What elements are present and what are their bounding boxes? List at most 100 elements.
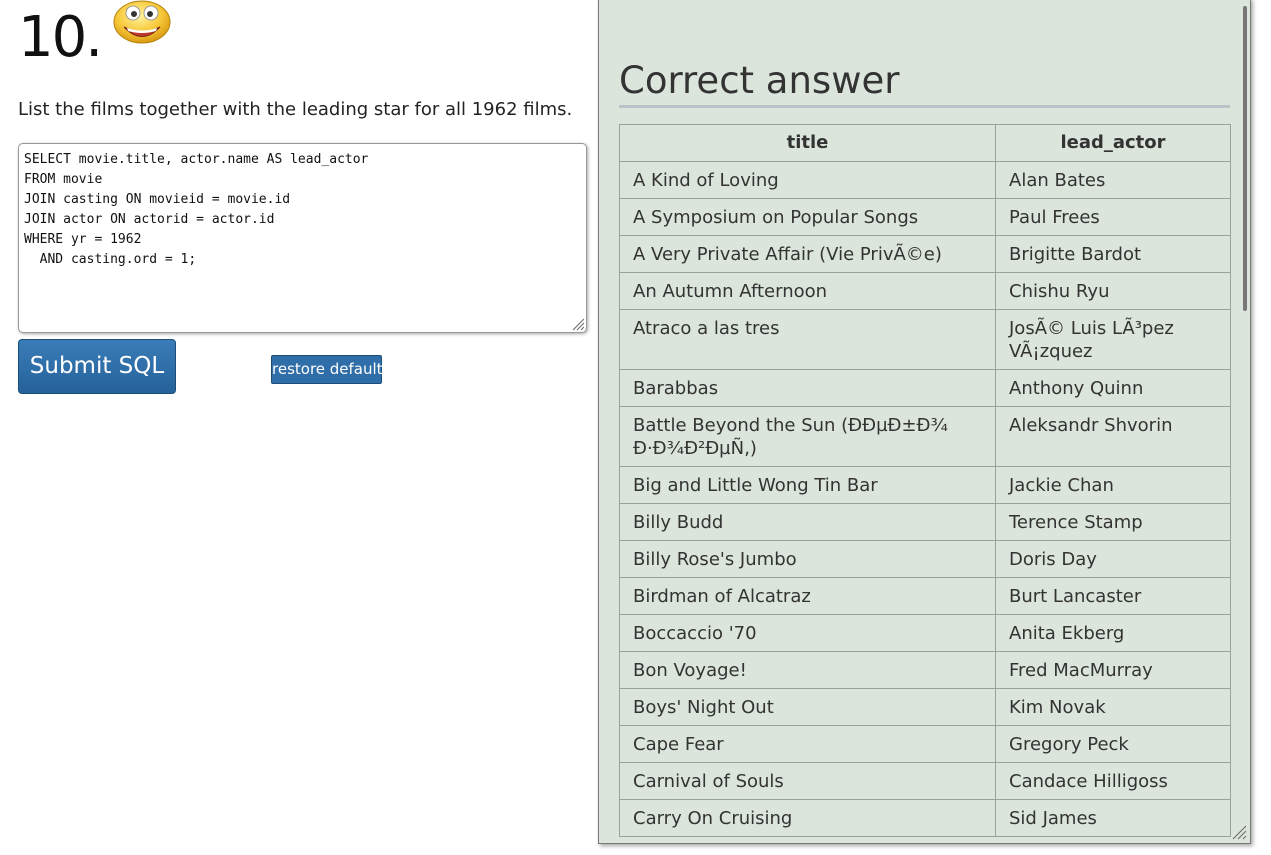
cell-lead-actor-text: Gregory Peck (1009, 734, 1129, 755)
cell-title-text: Atraco a las tres (633, 318, 780, 339)
table-row: Atraco a las tres JosÃ© Luis LÃ³pez VÃ¡zqu… (619, 309, 1231, 370)
correct-answer-panel[interactable]: Correct answer title lead_actor A Kind o… (598, 0, 1251, 844)
table-row: Battle Beyond the Sun (ÐÐµÐ±Ð¾ Ð·Ð¾Ð²ÐµÑ‚… (619, 406, 1231, 467)
answer-table: title lead_actor A Kind of Loving Alan Ba… (619, 124, 1231, 837)
table-row: Carnival of Souls Candace Hilligoss (619, 762, 1231, 800)
cell-lead-actor: Kim Novak (995, 688, 1231, 726)
cell-lead-actor-text: Paul Frees (1009, 207, 1100, 228)
cell-lead-actor: JosÃ© Luis LÃ³pez VÃ¡zquez (995, 309, 1231, 370)
cell-lead-actor: Alan Bates (995, 161, 1231, 199)
cell-lead-actor-text: Jackie Chan (1009, 475, 1114, 496)
cell-title: Battle Beyond the Sun (ÐÐµÐ±Ð¾ Ð·Ð¾Ð²ÐµÑ‚… (619, 406, 996, 467)
cell-title: Bon Voyage! (619, 651, 996, 689)
table-row: Cape Fear Gregory Peck (619, 725, 1231, 763)
cell-lead-actor-text: Sid James (1009, 808, 1097, 829)
cell-title-text: Barabbas (633, 378, 719, 399)
cell-title-text: A Kind of Loving (633, 170, 779, 191)
cell-title-text: Birdman of Alcatraz (633, 586, 811, 607)
cell-title: A Kind of Loving (619, 161, 996, 199)
table-row: Boys' Night Out Kim Novak (619, 688, 1231, 726)
table-row: A Kind of Loving Alan Bates (619, 161, 1231, 199)
cell-lead-actor: Aleksandr Shvorin (995, 406, 1231, 467)
cell-lead-actor: Sid James (995, 799, 1231, 837)
cell-lead-actor: Burt Lancaster (995, 577, 1231, 615)
cell-lead-actor-text: Chishu Ryu (1009, 281, 1110, 302)
table-row: A Symposium on Popular Songs Paul Frees (619, 198, 1231, 236)
cell-title-text: Carry On Cruising (633, 808, 793, 829)
cell-title-text: Billy Budd (633, 512, 724, 533)
cell-lead-actor-text: Doris Day (1009, 549, 1097, 570)
cell-lead-actor: Chishu Ryu (995, 272, 1231, 310)
resize-grip-icon[interactable] (571, 317, 585, 331)
cell-lead-actor-text: Alan Bates (1009, 170, 1106, 191)
cell-lead-actor-text: Anthony Quinn (1009, 378, 1144, 399)
cell-title: Barabbas (619, 369, 996, 407)
answer-table-body: A Kind of Loving Alan Bates A Symposium on… (619, 161, 1231, 837)
restore-default-button[interactable]: restore default (271, 355, 383, 384)
cell-title-text: Ð·Ð¾Ð²ÐµÑ‚) (633, 438, 757, 459)
cell-title: Billy Budd (619, 503, 996, 541)
table-row: Carry On Cruising Sid James (619, 799, 1231, 837)
scrollbar[interactable] (1243, 6, 1247, 311)
cell-lead-actor-text: Brigitte Bardot (1009, 244, 1142, 265)
cell-title: Atraco a las tres (619, 309, 996, 370)
cell-title-text: Boccaccio '70 (633, 623, 757, 644)
table-row: Birdman of Alcatraz Burt Lancaster (619, 577, 1231, 615)
cell-title-text: A Symposium on Popular Songs (633, 207, 919, 228)
table-row: An Autumn Afternoon Chishu Ryu (619, 272, 1231, 310)
cell-title-text: Big and Little Wong Tin Bar (633, 475, 878, 496)
table-row: Boccaccio '70 Anita Ekberg (619, 614, 1231, 652)
resize-grip-icon[interactable] (1231, 824, 1247, 840)
cell-title-text: A Very Private Affair (Vie PrivÃ©e) (633, 244, 942, 265)
cell-lead-actor-text: Candace Hilligoss (1009, 771, 1168, 792)
cell-lead-actor-text: VÃ¡zquez (1009, 341, 1093, 362)
table-row: Barabbas Anthony Quinn (619, 369, 1231, 407)
cell-lead-actor: Brigitte Bardot (995, 235, 1231, 273)
cell-title: Billy Rose's Jumbo (619, 540, 996, 578)
cell-lead-actor-text: Fred MacMurray (1009, 660, 1153, 681)
cell-lead-actor-text: JosÃ© Luis LÃ³pez (1009, 318, 1174, 339)
cell-lead-actor: Candace Hilligoss (995, 762, 1231, 800)
cell-lead-actor-text: Anita Ekberg (1009, 623, 1125, 644)
table-row: A Very Private Affair (Vie PrivÃ©e) Brigi… (619, 235, 1231, 273)
cell-lead-actor-text: Burt Lancaster (1009, 586, 1142, 607)
table-row: Billy Rose's Jumbo Doris Day (619, 540, 1231, 578)
answer-heading: Correct answer (619, 59, 1230, 108)
cell-lead-actor: Anita Ekberg (995, 614, 1231, 652)
cell-lead-actor: Paul Frees (995, 198, 1231, 236)
cell-title: Carry On Cruising (619, 799, 996, 837)
sql-editor[interactable]: SELECT movie.title, actor.name AS lead_a… (18, 143, 587, 333)
cell-title: An Autumn Afternoon (619, 272, 996, 310)
cell-lead-actor-text: Kim Novak (1009, 697, 1106, 718)
cell-title-text: Carnival of Souls (633, 771, 784, 792)
cell-lead-actor: Jackie Chan (995, 466, 1231, 504)
cell-title: A Symposium on Popular Songs (619, 198, 996, 236)
cell-title: Carnival of Souls (619, 762, 996, 800)
cell-lead-actor-text: Terence Stamp (1009, 512, 1143, 533)
column-header-title: title (619, 124, 996, 162)
cell-title-text: An Autumn Afternoon (633, 281, 828, 302)
cell-lead-actor: Terence Stamp (995, 503, 1231, 541)
cell-title: Big and Little Wong Tin Bar (619, 466, 996, 504)
table-row: Big and Little Wong Tin Bar Jackie Chan (619, 466, 1231, 504)
cell-lead-actor: Doris Day (995, 540, 1231, 578)
cell-lead-actor-text: Aleksandr Shvorin (1009, 415, 1173, 436)
cell-title-text: Billy Rose's Jumbo (633, 549, 797, 570)
cell-title: Birdman of Alcatraz (619, 577, 996, 615)
table-row: Billy Budd Terence Stamp (619, 503, 1231, 541)
question-text: List the films together with the leading… (18, 99, 573, 120)
submit-sql-button[interactable]: Submit SQL (18, 339, 176, 394)
question-number: 10. (18, 5, 103, 70)
cell-title-text: Cape Fear (633, 734, 724, 755)
cell-title: Boccaccio '70 (619, 614, 996, 652)
smiley-face-icon (113, 0, 171, 44)
cell-title-text: Bon Voyage! (633, 660, 747, 681)
cell-title-text: Battle Beyond the Sun (ÐÐµÐ±Ð¾ (633, 415, 948, 436)
table-row: Bon Voyage! Fred MacMurray (619, 651, 1231, 689)
cell-title: Boys' Night Out (619, 688, 996, 726)
column-header-lead-actor: lead_actor (995, 124, 1231, 162)
cell-lead-actor: Fred MacMurray (995, 651, 1231, 689)
cell-title-text: Boys' Night Out (633, 697, 774, 718)
cell-lead-actor: Gregory Peck (995, 725, 1231, 763)
cell-lead-actor: Anthony Quinn (995, 369, 1231, 407)
